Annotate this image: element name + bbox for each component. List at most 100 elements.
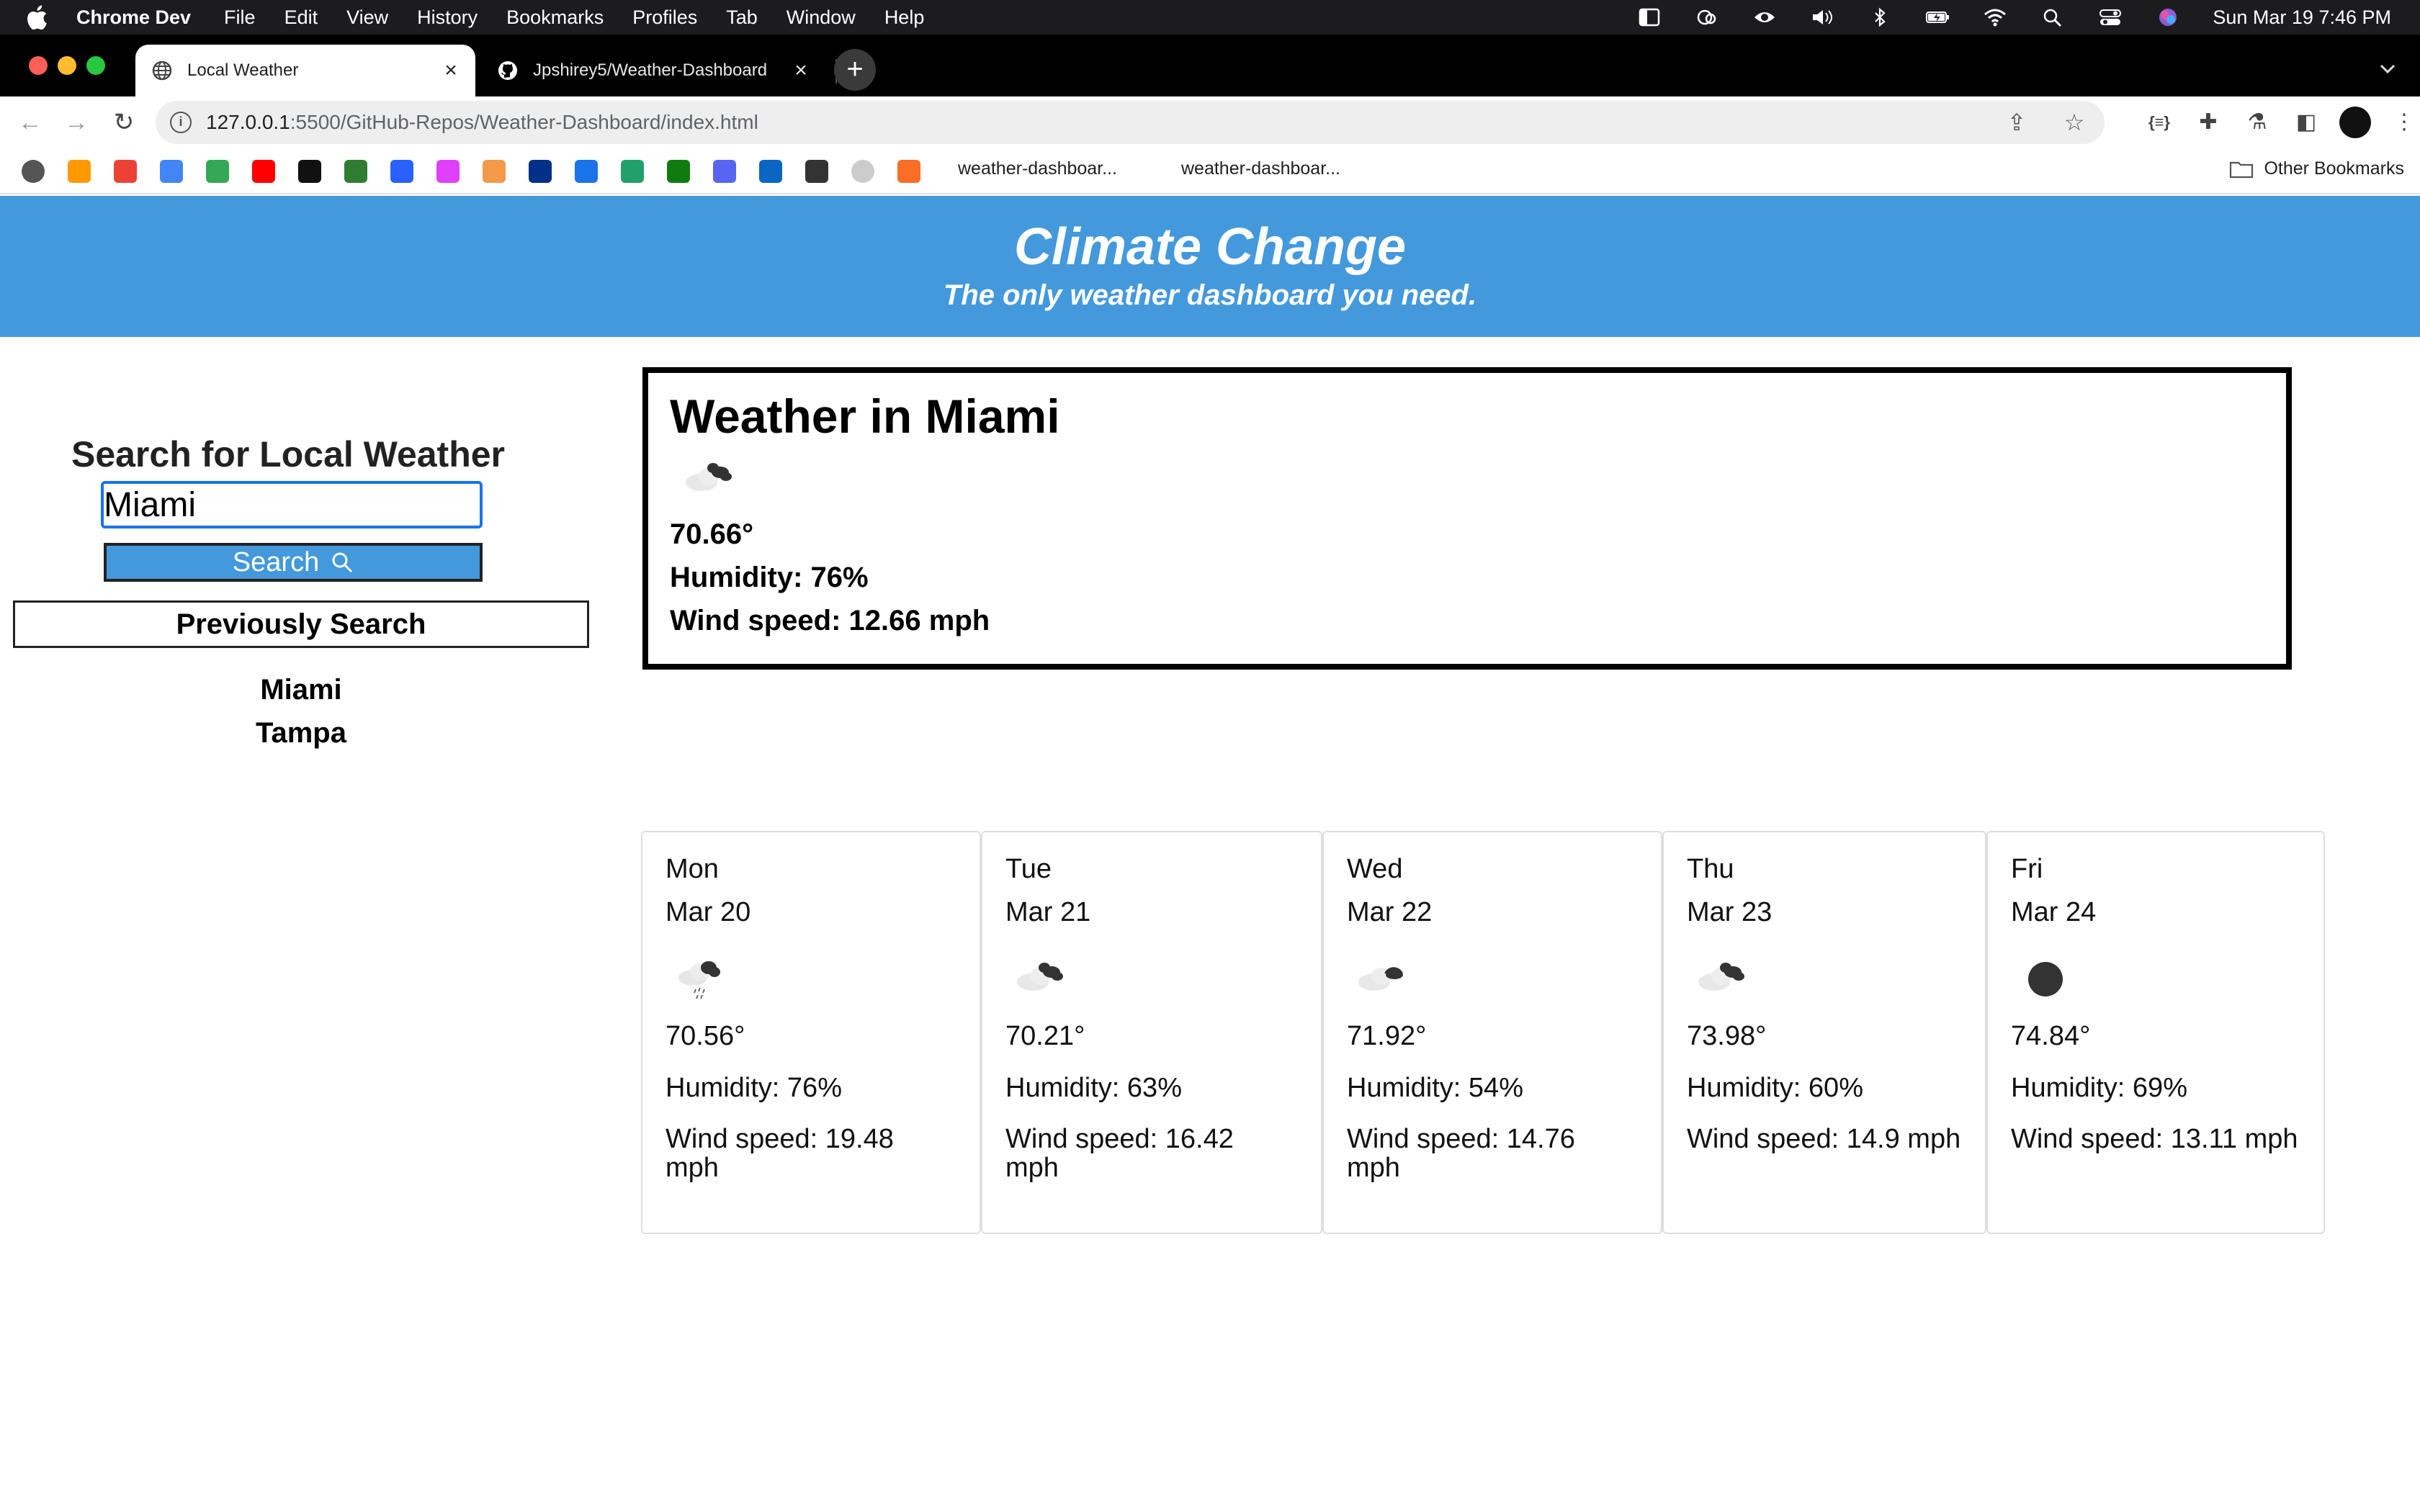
forecast-humidity: Humidity: 54% [1347,1073,1523,1103]
extensions-puzzle-icon[interactable]: ✚ [2192,107,2224,138]
menu-file[interactable]: File [224,6,256,29]
bookmark-favicon-icon[interactable] [897,160,920,183]
bookmark-favicon-icon[interactable] [575,160,598,183]
profile-avatar[interactable] [2339,107,2371,138]
window-zoom-button[interactable] [86,56,105,75]
tab-search-chevron-icon[interactable] [2377,58,2398,79]
bookmark-favicon-icon[interactable] [344,160,367,183]
side-panel-icon[interactable]: ◧ [2290,107,2322,138]
bookmark-favicon-icon[interactable] [667,160,690,183]
current-weather-card: Weather in Miami 70.66° Humidity: 76% Wi… [642,367,2292,670]
forward-arrow-icon[interactable]: → [63,109,89,135]
forecast-wind-speed: Wind speed: 14.9 mph [1687,1124,1961,1154]
tab-local-weather[interactable]: Local Weather × [135,45,475,96]
search-icon [332,552,353,573]
bookmark-label: weather-dashboar... [1181,158,1340,179]
menu-profiles[interactable]: Profiles [632,6,697,29]
menu-view[interactable]: View [346,6,388,29]
menu-tab[interactable]: Tab [726,6,758,29]
bookmark-favicon-icon[interactable] [206,160,229,183]
bookmark-favicon-icon[interactable] [298,160,321,183]
creative-cloud-icon[interactable] [1694,6,1720,28]
five-day-forecast: Mon Mar 20 70.56° Humidity: 76% Wind spe… [641,831,2326,1234]
page-title: Climate Change [1013,218,1407,276]
reload-icon[interactable]: ↻ [111,109,137,135]
bookmark-favicon-icon[interactable] [252,160,275,183]
search-heading: Search for Local Weather [71,434,506,474]
current-wind-speed: Wind speed: 12.66 mph [670,605,990,636]
forecast-date: Mar 21 [1005,897,1091,927]
menu-app-name[interactable]: Chrome Dev [76,6,191,29]
browser-toolbar: ← → ↻ i 127.0.0.1:5500/GitHub-Repos/Weat… [0,96,2420,148]
bookmark-favicon-icon[interactable] [68,160,91,183]
back-arrow-icon[interactable]: ← [17,109,43,135]
history-item-tampa[interactable]: Tampa [13,711,589,755]
wifi-icon[interactable] [1982,6,2008,28]
bookmark-favicon-icon[interactable] [390,160,413,183]
bookmark-star-icon[interactable]: ☆ [2060,108,2089,137]
sidebar-toggle-icon[interactable] [1636,6,1662,28]
city-search-input[interactable] [101,481,483,528]
spotlight-search-icon[interactable] [2040,6,2066,28]
bookmark-favicon-icon[interactable] [22,160,45,183]
menu-bookmarks[interactable]: Bookmarks [506,6,604,29]
eye-icon[interactable] [1752,6,1778,28]
control-center-icon[interactable] [2097,6,2123,28]
bookmark-favicon-icon[interactable] [160,160,183,183]
menu-history[interactable]: History [417,6,478,29]
forecast-humidity: Humidity: 69% [2011,1073,2187,1103]
bookmarks-bar: weather-dashboar... weather-dashboar... … [0,148,2420,194]
macos-menu-bar: Chrome Dev File Edit View History Bookma… [0,0,2420,35]
site-info-icon[interactable]: i [170,112,192,133]
forecast-day: Fri [2011,854,2043,884]
window-close-button[interactable] [29,56,48,75]
menu-help[interactable]: Help [884,6,925,29]
bookmark-favicon-icon[interactable] [851,160,874,183]
forecast-day: Tue [1005,854,1052,884]
labs-flask-icon[interactable]: ⚗ [2241,107,2273,138]
search-button[interactable]: Search [104,543,483,582]
url-host: 127.0.0.1 [206,111,290,133]
previous-searches-heading: Previously Search [13,600,589,648]
battery-icon[interactable] [1924,6,1950,28]
forecast-day: Wed [1347,854,1403,884]
other-bookmarks-folder[interactable]: Other Bookmarks [2229,158,2404,179]
volume-icon[interactable] [1809,6,1835,28]
bookmark-favicon-icon[interactable] [529,160,552,183]
bookmark-weather-dashboard-1[interactable]: weather-dashboar... [958,158,1117,179]
forecast-temperature: 71.92° [1347,1021,1427,1051]
forecast-humidity: Humidity: 76% [666,1073,842,1103]
bookmark-label: weather-dashboar... [958,158,1117,179]
bookmark-favicon-icon[interactable] [114,160,137,183]
new-tab-button[interactable]: + [834,49,876,91]
forecast-wind-speed: Wind speed: 14.76 mph [1347,1124,1575,1183]
history-item-miami[interactable]: Miami [13,668,589,711]
siri-icon[interactable] [2155,6,2181,28]
menu-window[interactable]: Window [786,6,856,29]
bookmark-favicon-icon[interactable] [713,160,736,183]
address-bar[interactable]: i 127.0.0.1:5500/GitHub-Repos/Weather-Da… [156,101,2105,144]
menu-edit[interactable]: Edit [284,6,318,29]
menubar-clock[interactable]: Sun Mar 19 7:46 PM [2213,6,2391,29]
tab-github-repo[interactable]: Jpshirey5/Weather-Dashboard × [484,45,825,96]
json-viewer-extension-icon[interactable]: {≡} [2143,107,2175,138]
bookmark-favicon-icon[interactable] [621,160,644,183]
folder-icon [2230,161,2254,178]
share-icon[interactable]: ⇪ [2002,108,2031,137]
bookmark-favicon-icon[interactable] [805,160,828,183]
forecast-date: Mar 22 [1347,897,1433,927]
forecast-card: Tue Mar 21 70.21° Humidity: 63% Wind spe… [981,831,1322,1234]
forecast-card: Wed Mar 22 71.92° Humidity: 54% Wind spe… [1322,831,1662,1234]
more-menu-icon[interactable]: ⋮ [2388,107,2420,138]
bookmark-favicon-icon[interactable] [483,160,506,183]
window-minimize-button[interactable] [58,56,76,75]
tab-close-icon[interactable]: × [439,59,462,82]
bookmark-favicon-icon[interactable] [759,160,782,183]
bluetooth-icon[interactable] [1867,6,1893,28]
rain-cloud-icon [678,961,720,999]
apple-icon[interactable] [26,5,48,30]
bookmark-favicon-icon[interactable] [436,160,460,183]
tab-title: Local Weather [187,60,299,80]
bookmark-weather-dashboard-2[interactable]: weather-dashboar... [1181,158,1340,179]
tab-close-icon[interactable]: × [789,59,812,82]
